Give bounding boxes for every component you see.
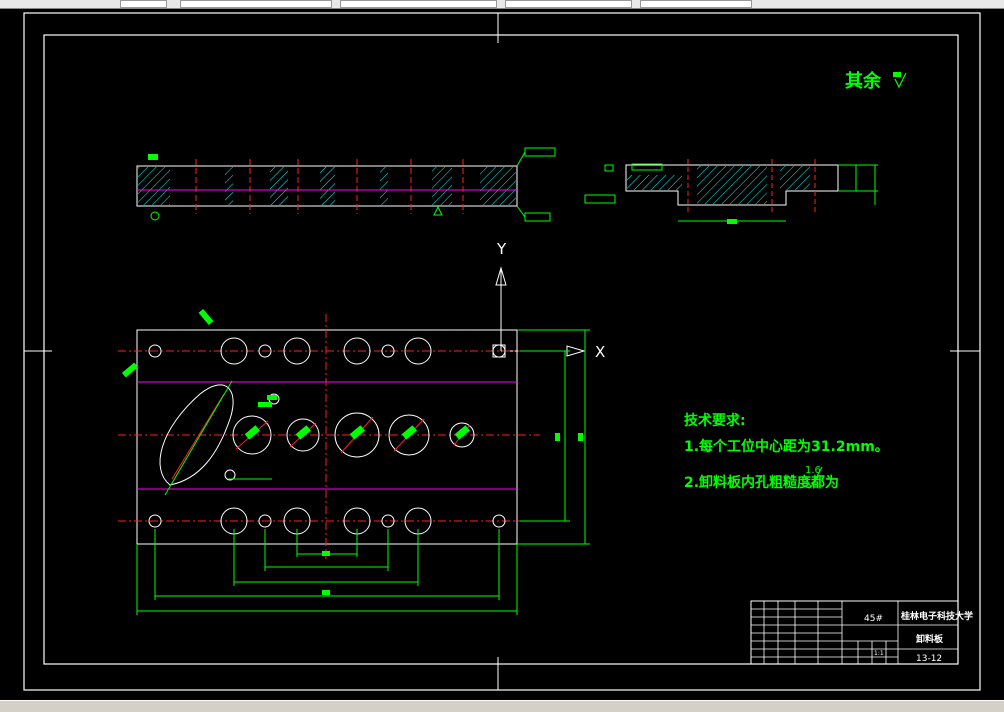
plan-view xyxy=(118,308,540,559)
title-block: 45# 桂林电子科技大学 卸料板 13-12 1:1 xyxy=(750,600,973,665)
toolbar-field[interactable] xyxy=(640,0,752,8)
school-text: 桂林电子科技大学 xyxy=(900,610,973,622)
toolbar-field[interactable] xyxy=(120,0,167,8)
status-bar xyxy=(0,700,1004,712)
scale-text: 1:1 xyxy=(874,650,884,657)
part-name-text: 卸料板 xyxy=(916,633,944,645)
tech-req-2: 2.卸料板内孔粗糙度都为 xyxy=(684,474,839,491)
toolbar xyxy=(0,0,1004,9)
toolbar-field[interactable] xyxy=(505,0,632,8)
tech-req-1: 1.每个工位中心距为31.2mm。 xyxy=(684,438,889,455)
roughness-note: 其余 xyxy=(845,70,882,92)
side-section-view xyxy=(584,159,878,224)
cad-drawing: 其余 Y X 技术要求: 1.每个工位中心距为31.2mm。 2.卸料板内孔粗糙… xyxy=(23,12,981,691)
plan-dimensions xyxy=(136,329,590,615)
axes: Y X xyxy=(495,240,605,361)
dimension-text-marks xyxy=(322,433,583,595)
front-section-view xyxy=(136,147,556,222)
tech-req-2-end: . xyxy=(830,475,834,491)
toolbar-field[interactable] xyxy=(340,0,497,8)
drawing-canvas[interactable]: 其余 Y X 技术要求: 1.每个工位中心距为31.2mm。 2.卸料板内孔粗糙… xyxy=(0,9,1004,700)
technical-requirements: 技术要求: 1.每个工位中心距为31.2mm。 2.卸料板内孔粗糙度都为 1.6… xyxy=(684,412,889,491)
general-roughness: 其余 xyxy=(845,70,907,92)
axis-x-label: X xyxy=(595,343,605,361)
axis-y-label: Y xyxy=(496,240,507,258)
toolbar-field[interactable] xyxy=(180,0,332,8)
tech-title: 技术要求: xyxy=(684,412,746,429)
drawing-number-text: 13-12 xyxy=(916,654,942,664)
material-text: 45# xyxy=(864,614,883,624)
